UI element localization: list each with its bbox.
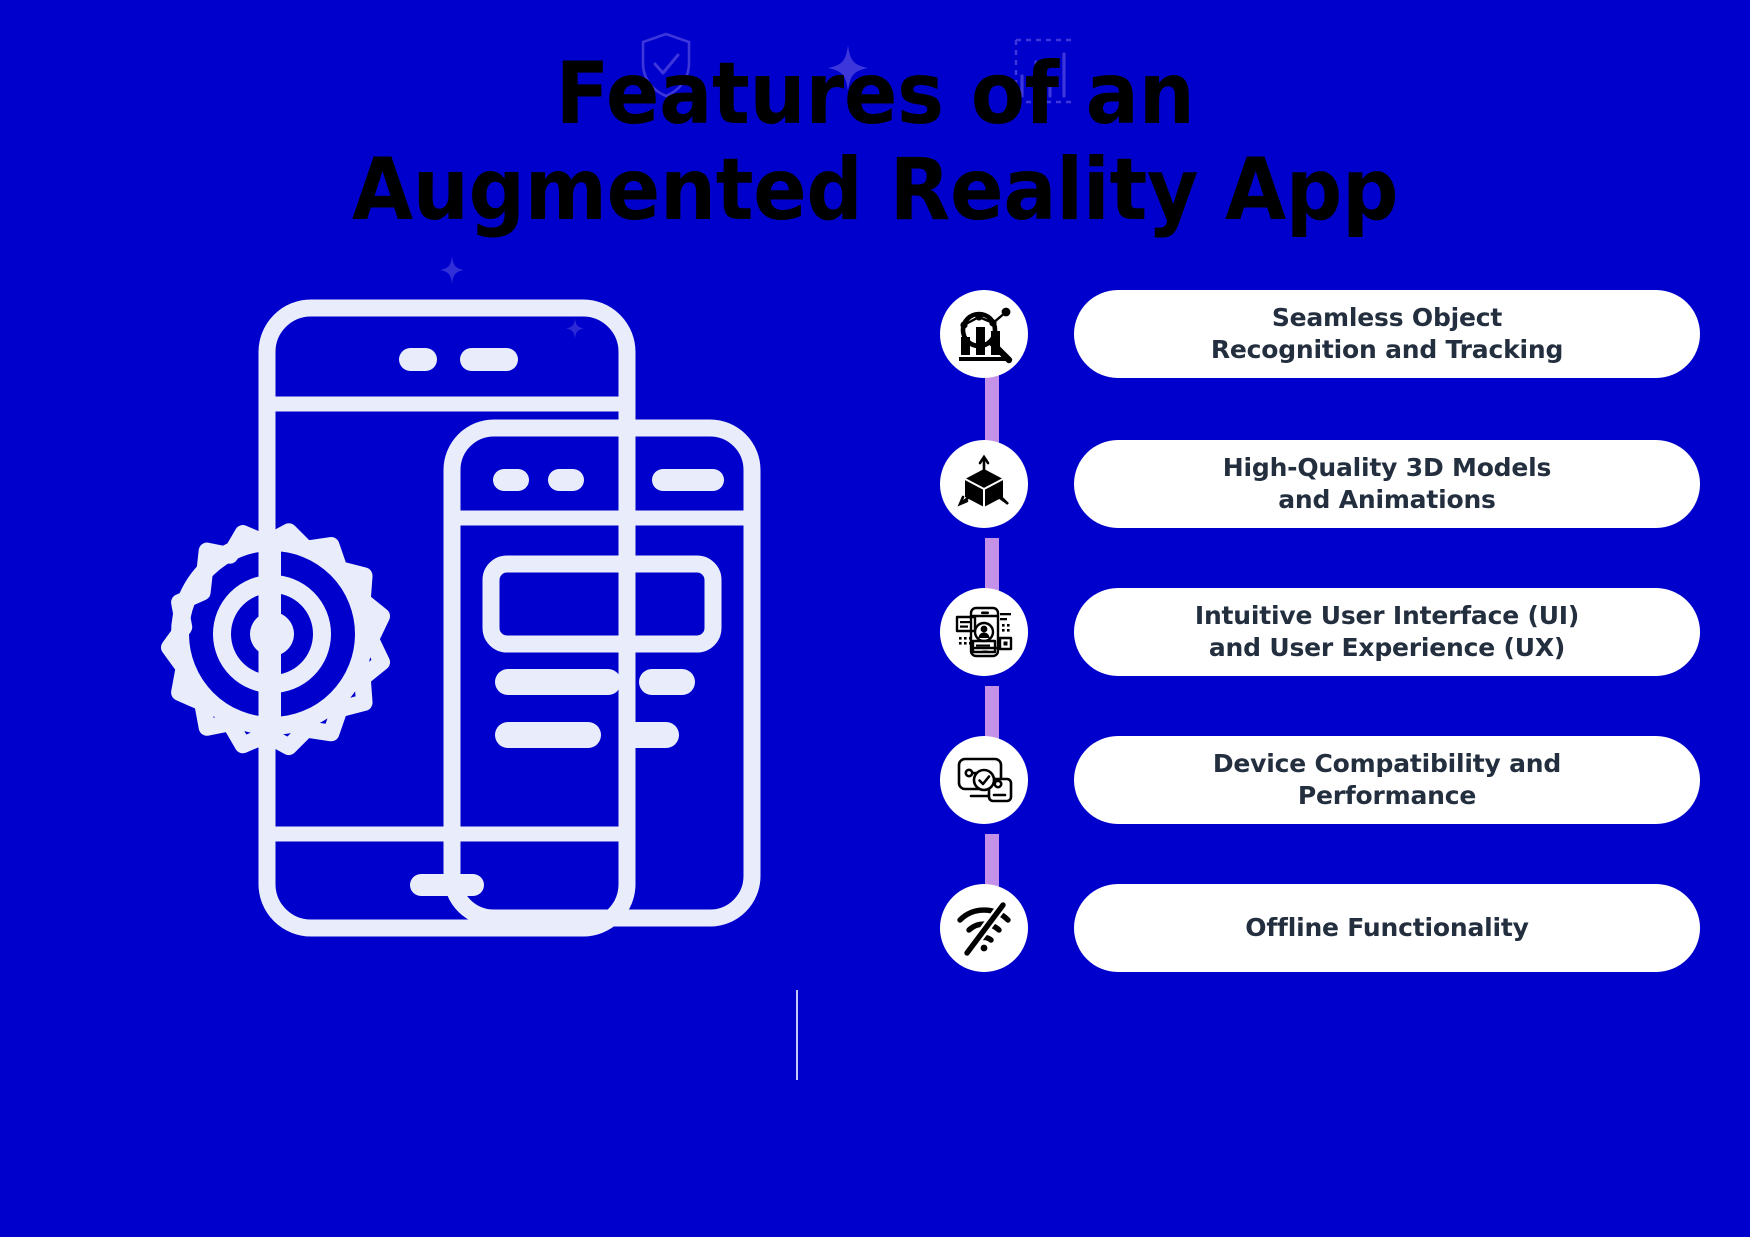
gear-with-target — [160, 523, 391, 756]
object-recognition-icon — [940, 290, 1028, 378]
feature-row[interactable]: High-Quality 3D Models and Animations — [940, 436, 1700, 532]
ui-ux-wireframe-icon — [940, 588, 1028, 676]
feature-label: High-Quality 3D Models and Animations — [1222, 452, 1552, 515]
feature-card[interactable]: High-Quality 3D Models and Animations — [1074, 440, 1700, 528]
3d-cube-icon — [940, 440, 1028, 528]
page-title: Features of an Augmented Reality App — [0, 46, 1750, 239]
feature-row[interactable]: Device Compatibility and Performance — [940, 732, 1700, 828]
wifi-off-icon — [940, 884, 1028, 972]
feature-row[interactable]: Offline Functionality — [940, 880, 1700, 976]
bottom-divider — [796, 990, 798, 1080]
title-line-2: Augmented Reality App — [351, 140, 1399, 241]
feature-label: Offline Functionality — [1245, 912, 1529, 942]
title-line-1: Features of an — [555, 44, 1195, 144]
feature-card[interactable]: Offline Functionality — [1074, 884, 1700, 972]
front-phone-text-lines — [495, 669, 695, 748]
feature-card[interactable]: Intuitive User Interface (UI) and User E… — [1074, 588, 1700, 676]
feature-label: Seamless Object Recognition and Tracking — [1210, 302, 1564, 365]
feature-label: Device Compatibility and Performance — [1212, 748, 1562, 811]
device-compatibility-icon — [940, 736, 1028, 824]
front-phone-status-dots — [493, 469, 724, 491]
ar-app-illustration — [112, 286, 802, 966]
feature-label: Intuitive User Interface (UI) and User E… — [1194, 600, 1580, 663]
feature-row[interactable]: Intuitive User Interface (UI) and User E… — [940, 584, 1700, 680]
features-timeline: Seamless Object Recognition and Tracking… — [940, 286, 1700, 986]
feature-card[interactable]: Seamless Object Recognition and Tracking — [1074, 290, 1700, 378]
feature-card[interactable]: Device Compatibility and Performance — [1074, 736, 1700, 824]
feature-row[interactable]: Seamless Object Recognition and Tracking — [940, 286, 1700, 382]
sparkle-icon — [440, 256, 464, 289]
content-block — [482, 555, 722, 653]
